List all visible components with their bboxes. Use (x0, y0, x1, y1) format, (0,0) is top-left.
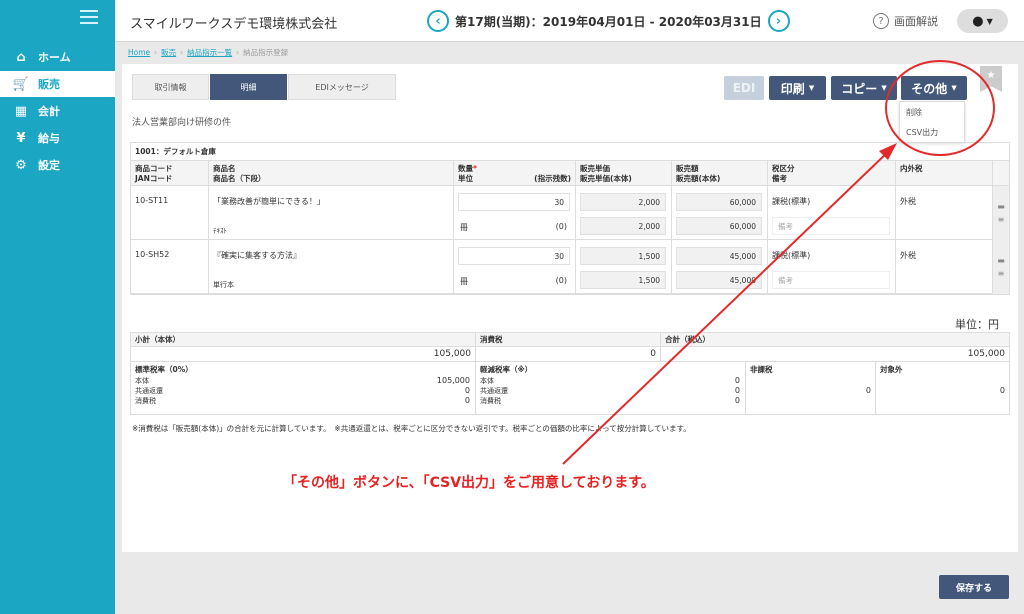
annotation-text: 「その他」ボタンに、「CSV出力」をご用意しております。 (283, 475, 655, 491)
annotation-arrow (562, 143, 897, 465)
save-button[interactable]: 保存する (939, 575, 1009, 599)
